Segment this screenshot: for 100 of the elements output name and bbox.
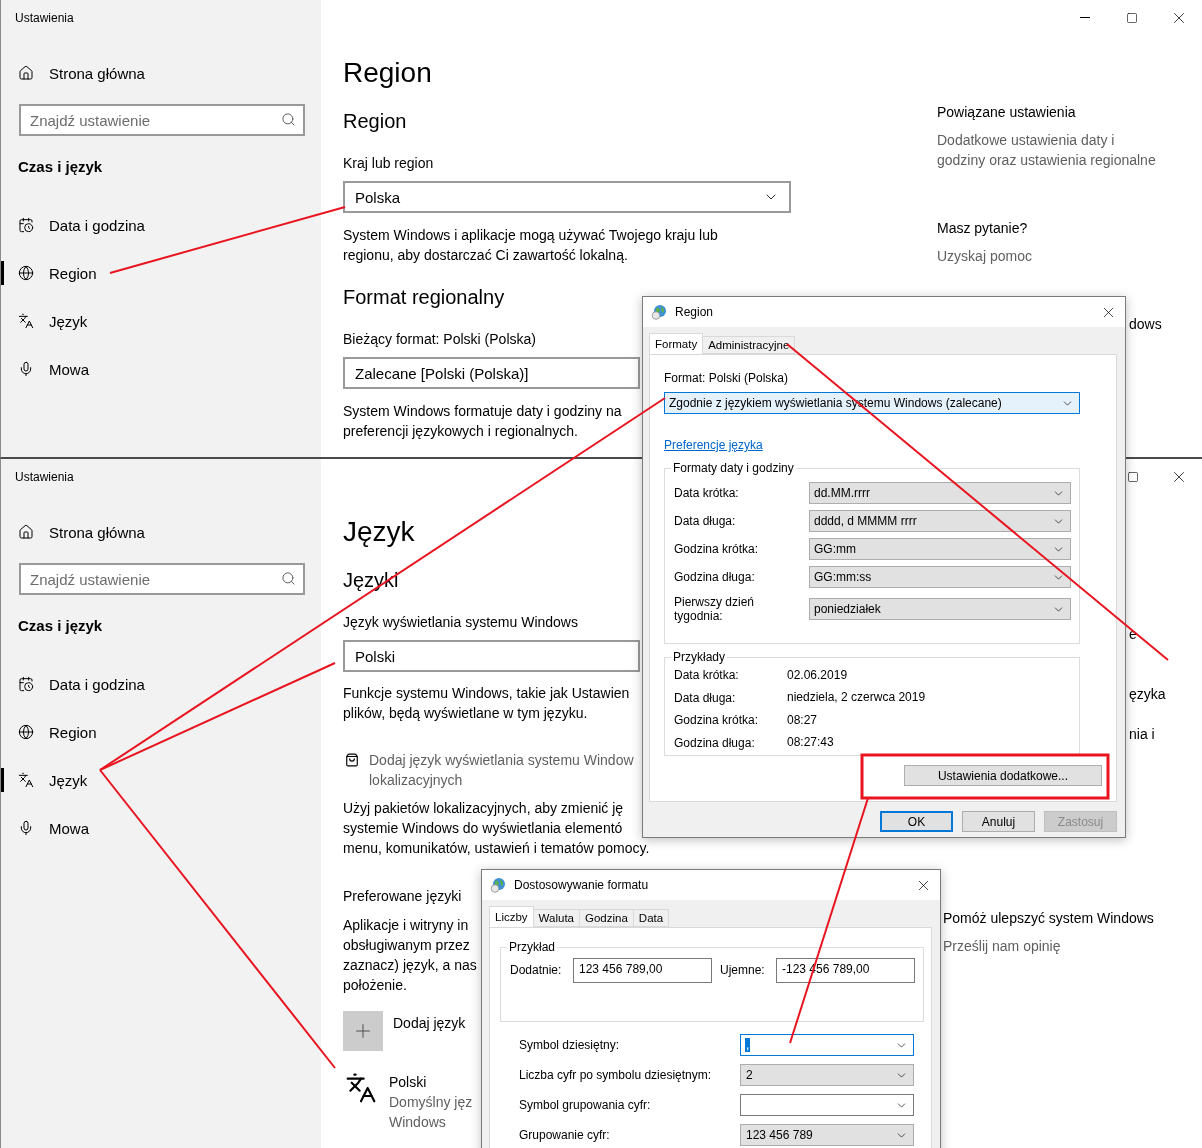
section-heading: Preferowane języki xyxy=(343,887,462,906)
positive-example-field: 123 456 789,00 xyxy=(573,958,712,983)
group-legend: Przykład xyxy=(507,940,557,954)
description-text: Aplikacje i witryny in obsługiwanym przez zaznacz) język, a nas położenie. xyxy=(343,916,477,995)
search-field[interactable]: Znajdź ustawienie xyxy=(19,563,305,595)
globe-icon xyxy=(18,265,34,281)
globe-icon xyxy=(651,304,667,320)
nav-item[interactable]: Data i godzina xyxy=(1,660,155,708)
country-dropdown[interactable]: Polska xyxy=(343,181,791,213)
window-title: Ustawienia xyxy=(15,10,74,25)
field-label: Bieżący format: Polski (Polska) xyxy=(343,330,536,349)
language-name[interactable]: Polski xyxy=(389,1072,427,1092)
section-heading: Format regionalny xyxy=(343,285,505,310)
format-combo[interactable]: dddd, d MMMM rrrr xyxy=(809,510,1071,532)
setting-combo[interactable]: 123 456 789 xyxy=(740,1124,914,1146)
nav-item[interactable]: Region xyxy=(1,708,107,756)
calendar-clock-icon xyxy=(18,217,34,233)
field-label: Data długa: xyxy=(674,514,737,528)
home-nav-item[interactable]: Strona główna xyxy=(1,49,153,97)
home-icon xyxy=(18,524,34,540)
example-label: Data krótka: xyxy=(674,668,740,683)
format-combo[interactable]: GG:mm:ss xyxy=(809,566,1071,588)
microphone-icon xyxy=(18,820,34,836)
field-label: Data krótka: xyxy=(674,486,740,500)
group-legend: Formaty daty i godziny xyxy=(671,461,796,475)
improve-link[interactable]: Pomóż ulepszyć system Windows xyxy=(943,908,1154,928)
tab[interactable]: Godzina xyxy=(579,909,634,927)
store-icon xyxy=(345,753,359,767)
text-fragment: nia i xyxy=(1129,725,1155,744)
group-legend: Przykłady xyxy=(671,650,727,664)
field-label: Pierwszy dzień tygodnia: xyxy=(674,595,756,623)
description-text: System Windows formatuje daty i godziny na preferencji językowych i regionalnych. xyxy=(343,402,622,441)
field-label: Format: Polski (Polska) xyxy=(664,371,789,386)
example-value: 08:27 xyxy=(787,712,818,728)
nav-item[interactable]: Mowa xyxy=(1,804,99,852)
field-label: Ujemne: xyxy=(719,963,766,978)
text-fragment: dows xyxy=(1129,315,1162,334)
field-label: Język wyświetlania systemu Windows xyxy=(343,613,578,632)
text-fragment: ęzyka xyxy=(1129,685,1166,704)
help-heading: Masz pytanie? xyxy=(937,219,1028,238)
nav-item[interactable]: Mowa xyxy=(1,345,99,393)
format-dropdown[interactable]: Zalecane [Polski (Polska)] xyxy=(343,357,640,389)
settings-link[interactable]: Dodatkowe ustawienia daty i godziny oraz ustawienia regionalne xyxy=(937,130,1156,170)
field-label: Symbol grupowania cyfr: xyxy=(519,1098,652,1112)
field-label: Godzina krótka: xyxy=(674,542,760,556)
tab[interactable]: Liczby xyxy=(489,906,534,927)
window-title: Ustawienia xyxy=(15,469,74,484)
additional-settings-button[interactable]: Ustawienia dodatkowe... xyxy=(904,765,1102,786)
field-label: Symbol dziesiętny: xyxy=(519,1038,621,1052)
page-heading: Region xyxy=(343,56,432,90)
language-icon xyxy=(18,772,34,788)
example-value: 08:27:43 xyxy=(787,735,834,751)
setting-combo[interactable] xyxy=(740,1094,914,1116)
format-combo[interactable]: GG:mm xyxy=(809,538,1071,560)
search-field[interactable]: Znajdź ustawienie xyxy=(19,104,305,136)
home-nav-item[interactable]: Strona główna xyxy=(1,508,153,556)
language-icon xyxy=(18,313,34,329)
language-preferences-link[interactable]: Preferencje języka xyxy=(664,438,763,453)
nav-item[interactable]: Data i godzina xyxy=(1,201,155,249)
minimize-icon xyxy=(1079,17,1090,18)
format-combo[interactable]: dd.MM.rrrr xyxy=(809,482,1071,504)
description-text: System Windows i aplikacje mogą używać Twojego kraju lub regionu, aby dostarczać Ci zawartość lokalną. xyxy=(343,226,718,265)
tab[interactable]: Administracyjne xyxy=(702,336,796,354)
example-value: 02.06.2019 xyxy=(787,667,848,683)
format-combo[interactable]: poniedziałek xyxy=(809,598,1071,620)
description-text: Funkcje systemu Windows, takie jak Ustawien plików, będą wyświetlane w tym języku. xyxy=(343,684,630,723)
search-icon xyxy=(281,571,296,586)
maximize-icon xyxy=(1125,11,1138,24)
nav-item[interactable]: Język xyxy=(1,297,98,345)
add-language-label[interactable]: Dodaj język xyxy=(393,1013,466,1033)
field-label: Godzina długa: xyxy=(674,570,756,584)
add-language-button[interactable] xyxy=(343,1011,383,1051)
nav-item[interactable]: Język xyxy=(1,756,98,804)
example-label: Godzina krótka: xyxy=(674,713,760,728)
language-icon xyxy=(345,1072,377,1104)
page-heading: Język xyxy=(343,515,415,549)
tab[interactable]: Data xyxy=(632,909,670,927)
setting-combo[interactable]: , xyxy=(740,1034,914,1056)
help-link[interactable]: Uzyskaj pomoc xyxy=(937,246,1032,266)
microphone-icon xyxy=(18,361,34,377)
feedback-link[interactable]: Prześlij nam opinię xyxy=(943,936,1061,956)
language-detail: Domyślny jęz Windows xyxy=(389,1093,473,1132)
dialog-button[interactable]: Anuluj xyxy=(962,811,1035,832)
setting-combo[interactable]: 2 xyxy=(740,1064,914,1086)
add-display-language-link[interactable]: Dodaj język wyświetlania systemu Window lokalizacyjnych xyxy=(369,750,634,790)
maximize-icon xyxy=(1127,470,1139,483)
tab[interactable]: Formaty xyxy=(649,333,704,354)
example-label: Godzina długa: xyxy=(674,735,756,750)
dialog-button[interactable]: OK xyxy=(880,811,953,832)
field-label: Dodatnie: xyxy=(510,963,563,978)
tab[interactable]: Waluta xyxy=(532,909,580,927)
field-label: Grupowanie cyfr: xyxy=(519,1128,611,1142)
search-icon xyxy=(281,112,296,127)
globe-icon xyxy=(18,724,34,740)
section-heading: Region xyxy=(343,109,407,134)
language-dropdown[interactable]: Polski xyxy=(343,640,640,672)
section-heading: Czas i język xyxy=(18,615,103,636)
nav-item[interactable]: Region xyxy=(1,249,107,297)
description-text: Użyj pakietów lokalizacyjnych, aby zmienić ję systemie Windows do wyświetlania elementó menu, komunikatów, ustawień i tematów pomocy. xyxy=(343,799,650,858)
calendar-clock-icon xyxy=(18,676,34,692)
